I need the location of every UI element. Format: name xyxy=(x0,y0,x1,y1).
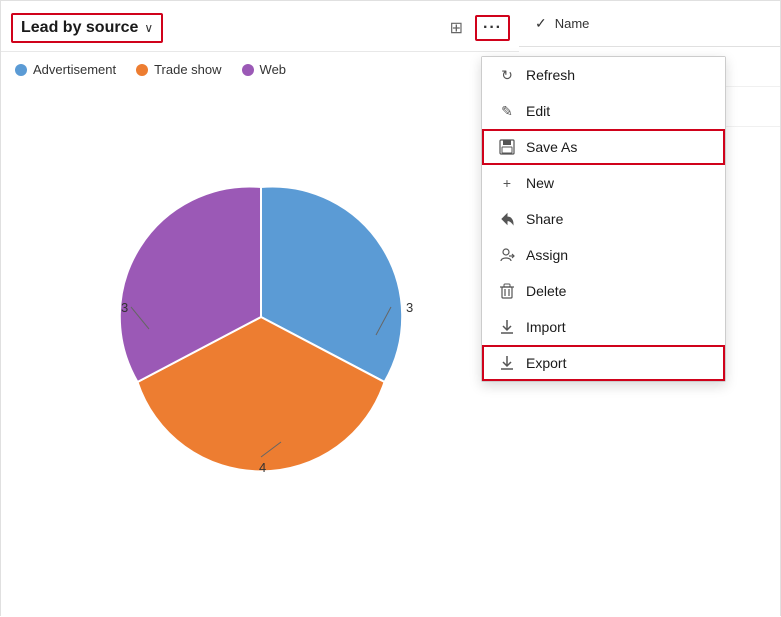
share-icon xyxy=(498,210,516,228)
menu-item-save-as[interactable]: Save As xyxy=(482,129,725,165)
more-options-button[interactable]: ··· xyxy=(475,15,510,41)
more-icon: ··· xyxy=(483,19,502,36)
dropdown-menu: ↻ Refresh ✎ Edit Save As + New xyxy=(481,56,726,382)
chart-panel: Lead by source ∨ ⊞ ··· Advertisement Tra… xyxy=(1,1,521,617)
expand-icon: ⊞ xyxy=(450,20,463,37)
menu-label-save-as: Save As xyxy=(526,139,577,155)
new-icon: + xyxy=(498,174,516,192)
legend-label-tradeshow: Trade show xyxy=(154,62,221,77)
menu-label-import: Import xyxy=(526,319,566,335)
menu-label-new: New xyxy=(526,175,554,191)
pie-chart: 3 4 3 xyxy=(101,157,421,477)
assign-icon xyxy=(498,246,516,264)
main-container: Lead by source ∨ ⊞ ··· Advertisement Tra… xyxy=(0,0,781,616)
column-name-label: Name xyxy=(555,16,590,31)
right-panel-header: ✓ Name xyxy=(519,1,780,47)
chevron-down-icon: ∨ xyxy=(144,21,153,35)
menu-item-new[interactable]: + New xyxy=(482,165,725,201)
menu-label-assign: Assign xyxy=(526,247,568,263)
check-icon: ✓ xyxy=(535,15,547,32)
refresh-icon: ↻ xyxy=(498,66,516,84)
expand-button[interactable]: ⊞ xyxy=(446,16,467,40)
menu-label-share: Share xyxy=(526,211,563,227)
menu-label-refresh: Refresh xyxy=(526,67,575,83)
legend-item-web: Web xyxy=(242,62,287,77)
data-label-web: 3 xyxy=(121,300,128,315)
menu-label-delete: Delete xyxy=(526,283,566,299)
menu-label-export: Export xyxy=(526,355,566,371)
legend-label-advertisement: Advertisement xyxy=(33,62,116,77)
menu-item-edit[interactable]: ✎ Edit xyxy=(482,93,725,129)
data-label-tradeshow: 4 xyxy=(259,460,266,475)
legend-item-advertisement: Advertisement xyxy=(15,62,116,77)
chart-title-area[interactable]: Lead by source ∨ xyxy=(11,13,163,43)
menu-label-edit: Edit xyxy=(526,103,550,119)
import-icon xyxy=(498,318,516,336)
menu-item-refresh[interactable]: ↻ Refresh xyxy=(482,57,725,93)
chart-title: Lead by source xyxy=(21,19,138,37)
menu-item-export[interactable]: Export xyxy=(482,345,725,381)
chart-actions: ⊞ ··· xyxy=(446,15,510,41)
delete-icon xyxy=(498,282,516,300)
menu-item-delete[interactable]: Delete xyxy=(482,273,725,309)
menu-item-assign[interactable]: Assign xyxy=(482,237,725,273)
menu-item-share[interactable]: Share xyxy=(482,201,725,237)
edit-icon: ✎ xyxy=(498,102,516,120)
legend-dot-web xyxy=(242,64,254,76)
save-as-icon xyxy=(498,138,516,156)
legend-item-tradeshow: Trade show xyxy=(136,62,221,77)
chart-header: Lead by source ∨ ⊞ ··· xyxy=(1,1,520,52)
legend-dot-advertisement xyxy=(15,64,27,76)
chart-area: 3 4 3 xyxy=(1,87,520,547)
legend: Advertisement Trade show Web xyxy=(1,52,520,87)
legend-dot-tradeshow xyxy=(136,64,148,76)
export-icon xyxy=(498,354,516,372)
menu-item-import[interactable]: Import xyxy=(482,309,725,345)
legend-label-web: Web xyxy=(260,62,287,77)
data-label-advertisement: 3 xyxy=(406,300,413,315)
